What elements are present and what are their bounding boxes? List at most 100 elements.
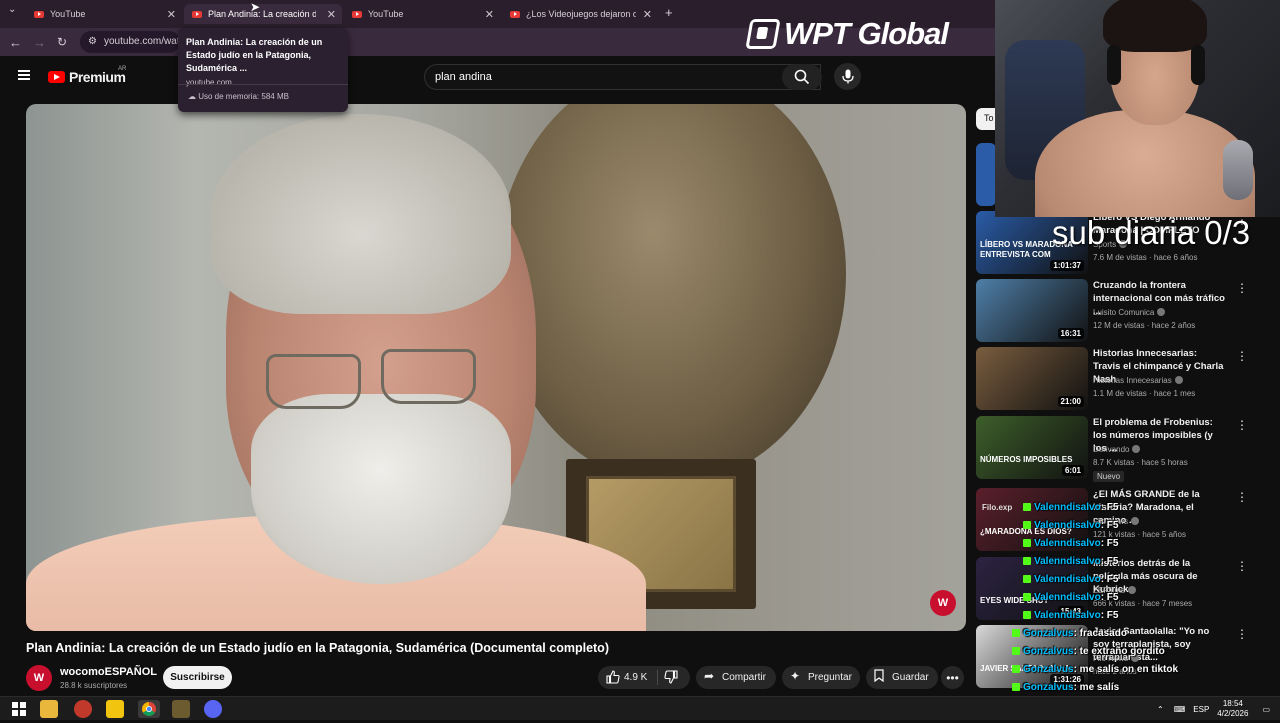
windows-start-icon[interactable] [10,700,28,718]
chat-username: Gonzalvus [1023,664,1074,675]
chat-text: : me salís [1073,682,1120,693]
dislike-button[interactable] [664,670,678,687]
tray-chevron-icon[interactable]: ⌃ [1157,705,1164,714]
chat-text: : F5 [1100,520,1119,531]
site-info-icon[interactable]: ⚙ [88,36,97,47]
youtube-logo[interactable]: Premium [48,69,126,85]
region-code: AR [118,66,127,72]
back-icon[interactable]: ← [9,35,22,50]
chat-text: : me salís on en tiktok [1073,664,1179,675]
tooltip-domain: youtube.com [186,78,232,87]
tooltip-memory: ☁ Uso de memoria: 584 MB [188,92,289,101]
chat-badge-icon [1012,683,1020,691]
tab-videojuegos[interactable]: ¿Los Videojuegos dejaron de Entretener? … [502,4,658,24]
recommendation-item[interactable]: NÚMEROS IMPOSIBLES 6:01 El problema de Fro… [976,416,1276,482]
subscribe-button[interactable]: Suscribirse [163,666,232,689]
more-vertical-icon[interactable]: ⋮ [1236,559,1248,573]
tab-hover-tooltip: Plan Andinia: La creación de un Estado j… [178,28,348,112]
new-tab-icon[interactable]: + [665,5,673,20]
chrome-taskbar-icon[interactable] [138,700,160,718]
input-language[interactable]: ESP [1193,705,1209,714]
recommendation-channel: Derivando [1093,445,1141,454]
chat-text: : F5 [1100,502,1119,513]
streamer-webcam [995,0,1280,217]
channel-name[interactable]: wocomoESPAÑOL [60,666,157,678]
verified-icon [1174,376,1183,384]
channel-text: Derivando [1093,445,1130,454]
recommendation-item[interactable]: 21:00 Historias Innecesarias: Travis el c… [976,347,1276,411]
like-button[interactable] [606,670,620,687]
more-vertical-icon[interactable]: ⋮ [1236,627,1248,641]
search-input[interactable] [435,71,755,83]
keyboard-icon[interactable]: ⌨ [1174,705,1186,714]
save-button[interactable]: Guardar [866,666,938,689]
app-icon[interactable] [106,700,124,718]
tab-close-icon[interactable]: ✕ [167,8,176,21]
hamburger-menu-icon[interactable] [18,70,30,80]
discord-icon[interactable] [204,700,222,718]
chat-message: Gonzalvus: me salís [1012,682,1119,693]
ask-button[interactable]: ✦ Preguntar [782,666,860,689]
subscriber-count: 28.8 k suscriptores [60,681,128,690]
chat-message: Valenndisalvo: F5 [1023,502,1118,513]
forward-icon[interactable]: → [33,35,46,50]
recording-app-icon[interactable] [74,700,92,718]
video-player[interactable] [26,104,966,631]
recommendation-meta: 8.7 K vistas · hace 5 horas [1093,458,1188,467]
address-bar[interactable]: ⚙ youtube.com/watch?v= [80,31,180,53]
clock[interactable]: 18:54 4/2/2026 [1217,699,1248,719]
tab-close-icon[interactable]: ✕ [485,8,494,21]
tab-close-icon[interactable]: ✕ [643,8,652,21]
recommendation-item[interactable]: 16:31 Cruzando la frontera internacional … [976,279,1276,343]
more-vertical-icon[interactable]: ⋮ [1236,281,1248,295]
more-vertical-icon[interactable]: ⋮ [1236,418,1248,432]
tab-close-icon[interactable]: ✕ [327,8,336,21]
filter-chip[interactable]: To [976,108,996,130]
channel-avatar[interactable]: W [26,665,52,691]
tab-plan-andinia[interactable]: Plan Andinia: La creación de un Estado j… [184,4,342,24]
app-icon[interactable] [172,700,190,718]
notifications-icon[interactable]: ▭ [1262,705,1270,714]
tab-youtube-1[interactable]: YouTube ✕ [26,4,182,24]
chat-username: Gonzalvus [1023,628,1074,639]
tab-list-icon[interactable]: ⌄ [8,4,16,15]
chat-username: Gonzalvus [1023,646,1074,657]
reload-icon[interactable]: ↻ [57,35,67,49]
webcam-person-body [1035,110,1255,217]
video-frame-glasses [381,349,476,404]
chat-text: : te extraño gordito [1073,646,1165,657]
url-text: youtube.com/watch?v= [104,36,180,47]
chat-message: Valenndisalvo: F5 [1023,592,1118,603]
more-actions-button[interactable]: ••• [941,666,964,689]
chat-username: Gonzalvus [1023,682,1074,693]
recommendation-item[interactable]: ¿MARADONA ES DIOS? ¿El MÁS GRANDE de la h… [976,488,1276,552]
chat-username: Valenndisalvo [1034,556,1101,567]
voice-search-button[interactable] [834,63,861,90]
thumbs-up-icon [606,670,620,684]
chat-text: : fracasado [1073,628,1127,639]
chat-message: Valenndisalvo: F5 [1023,556,1118,567]
more-vertical-icon[interactable]: ⋮ [1236,490,1248,504]
chat-badge-icon [1012,665,1020,673]
recommendation-item[interactable]: EYES WIDE SHUT 15:43 Misterios detrás de l… [976,557,1276,621]
chat-username: Valenndisalvo [1034,592,1101,603]
chat-badge-icon [1023,611,1031,619]
file-explorer-icon[interactable] [40,700,58,718]
chat-badge-icon [1012,629,1020,637]
chat-username: Valenndisalvo [1034,610,1101,621]
search-box[interactable]: ✕ [424,64,821,90]
recommendation-meta: 7.6 M de vistas · hace 6 años [1093,253,1198,262]
search-button[interactable] [782,64,822,90]
sponsor-logo: WPT Global [745,14,968,54]
channel-watermark-badge[interactable]: W [930,590,956,616]
duration-badge: 6:01 [1061,465,1084,476]
youtube-favicon-icon [352,10,362,18]
windows-taskbar: ⌃ ⌨ ESP 18:54 4/2/2026 ▭ [0,696,1280,720]
tab-label: Plan Andinia: La creación de un Estado j… [208,9,316,19]
chat-badge-icon [1023,539,1031,547]
tab-youtube-2[interactable]: YouTube ✕ [344,4,500,24]
chat-message: Valenndisalvo: F5 [1023,574,1118,585]
channel-text: Historias Innecesarias [1093,376,1172,385]
share-button[interactable]: ➦ Compartir [696,666,776,689]
more-vertical-icon[interactable]: ⋮ [1236,349,1248,363]
